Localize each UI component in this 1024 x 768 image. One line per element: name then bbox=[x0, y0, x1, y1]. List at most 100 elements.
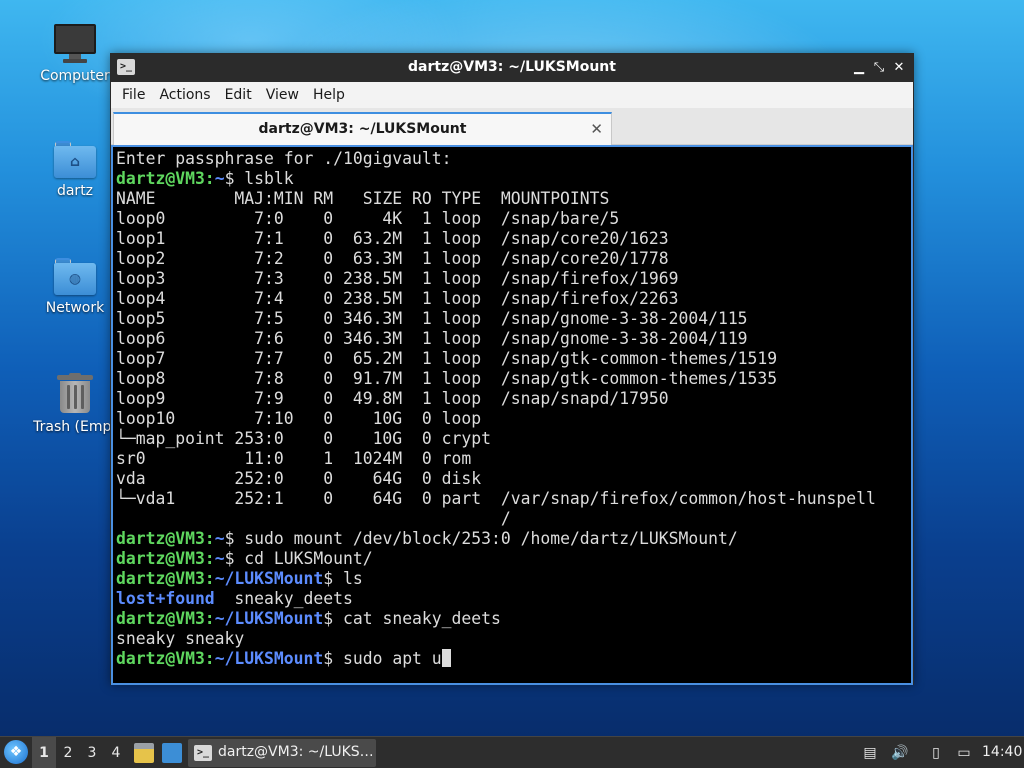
terminal-text: sneaky sneaky bbox=[116, 629, 245, 648]
terminal-line: Enter passphrase for ./10gigvault: bbox=[116, 149, 911, 169]
terminal-user-text: dartz@VM3: bbox=[116, 529, 215, 548]
menu-file[interactable]: File bbox=[115, 87, 152, 103]
terminal-text: $ cd LUKSMount/ bbox=[224, 549, 373, 568]
terminal-text: $ ls bbox=[323, 569, 363, 588]
taskbar-task-terminal[interactable]: >_ dartz@VM3: ~/LUKS… bbox=[188, 739, 376, 767]
terminal-text: $ sudo mount /dev/block/253:0 /home/dart… bbox=[224, 529, 738, 548]
terminal-text: Enter passphrase for ./10gigvault: bbox=[116, 149, 452, 168]
terminal-line: dartz@VM3:~/LUKSMount$ sudo apt u bbox=[116, 649, 911, 669]
terminal-text: loop3 7:3 0 238.5M 1 loop /snap/firefox/… bbox=[116, 269, 679, 288]
menu-actions[interactable]: Actions bbox=[152, 87, 217, 103]
terminal-user-text: dartz@VM3: bbox=[116, 169, 215, 188]
terminal-text: loop6 7:6 0 346.3M 1 loop /snap/gnome-3-… bbox=[116, 329, 748, 348]
terminal-text: NAME MAJ:MIN RM SIZE RO TYPE MOUNTPOINTS bbox=[116, 189, 610, 208]
terminal-line: loop5 7:5 0 346.3M 1 loop /snap/gnome-3-… bbox=[116, 309, 911, 329]
terminal-line: loop9 7:9 0 49.8M 1 loop /snap/snapd/179… bbox=[116, 389, 911, 409]
terminal-line: vda 252:0 0 64G 0 disk bbox=[116, 469, 911, 489]
terminal-line: loop2 7:2 0 63.3M 1 loop /snap/core20/17… bbox=[116, 249, 911, 269]
terminal-line: sr0 11:0 1 1024M 0 rom bbox=[116, 449, 911, 469]
taskbar: ❖ 1 2 3 4 >_ dartz@VM3: ~/LUKS… ▤ 🔊 ▯ ▭ … bbox=[0, 736, 1024, 768]
terminal-line: loop1 7:1 0 63.2M 1 loop /snap/core20/16… bbox=[116, 229, 911, 249]
start-menu-icon[interactable]: ❖ bbox=[4, 740, 28, 764]
terminal-text: sr0 11:0 1 1024M 0 rom bbox=[116, 449, 472, 468]
taskbar-task-label: dartz@VM3: ~/LUKS… bbox=[218, 744, 374, 760]
terminal-path-text: ~/LUKSMount bbox=[214, 649, 324, 668]
terminal-icon: >_ bbox=[194, 745, 212, 761]
terminal-text: $ lsblk bbox=[224, 169, 294, 188]
terminal-line: NAME MAJ:MIN RM SIZE RO TYPE MOUNTPOINTS bbox=[116, 189, 911, 209]
tab-bar: dartz@VM3: ~/LUKSMount ✕ bbox=[111, 108, 913, 145]
menu-bar: File Actions Edit View Help bbox=[111, 82, 913, 108]
window-title: dartz@VM3: ~/LUKSMount bbox=[408, 59, 616, 75]
workspace-1[interactable]: 1 bbox=[32, 737, 56, 768]
terminal-line: dartz@VM3:~$ sudo mount /dev/block/253:0… bbox=[116, 529, 911, 549]
window-titlebar[interactable]: >_ dartz@VM3: ~/LUKSMount ▁ ⤡ ✕ bbox=[111, 54, 913, 82]
clock[interactable]: 14:40 bbox=[982, 744, 1022, 760]
terminal-path-text: ~ bbox=[214, 549, 225, 568]
workspace-4[interactable]: 4 bbox=[104, 737, 128, 768]
workspace-3[interactable]: 3 bbox=[80, 737, 104, 768]
terminal-line: lost+found sneaky_deets bbox=[116, 589, 911, 609]
menu-view[interactable]: View bbox=[259, 87, 306, 103]
terminal-line: loop10 7:10 0 10G 0 loop bbox=[116, 409, 911, 429]
home-folder-icon: ⌂ bbox=[54, 141, 96, 179]
terminal-cursor bbox=[441, 649, 451, 667]
terminal-path-text: ~/LUKSMount bbox=[214, 569, 324, 588]
terminal-text: loop1 7:1 0 63.2M 1 loop /snap/core20/16… bbox=[116, 229, 669, 248]
terminal-path-text: ~/LUKSMount bbox=[214, 609, 324, 628]
terminal-text: $ sudo apt u bbox=[323, 649, 442, 668]
file-manager-launcher-icon[interactable] bbox=[134, 743, 154, 763]
network-status-icon[interactable]: ▭ bbox=[954, 743, 974, 763]
terminal-line: sneaky sneaky bbox=[116, 629, 911, 649]
clipboard-icon[interactable]: ▤ bbox=[860, 743, 880, 763]
terminal-text: loop5 7:5 0 346.3M 1 loop /snap/gnome-3-… bbox=[116, 309, 748, 328]
network-folder-icon: ◍ bbox=[54, 258, 96, 296]
terminal-line: └─vda1 252:1 0 64G 0 part /var/snap/fire… bbox=[116, 489, 911, 509]
terminal-line: loop6 7:6 0 346.3M 1 loop /snap/gnome-3-… bbox=[116, 329, 911, 349]
terminal-text: loop8 7:8 0 91.7M 1 loop /snap/gtk-commo… bbox=[116, 369, 778, 388]
terminal-dir-text: lost+found bbox=[116, 589, 215, 608]
notes-icon[interactable]: ▯ bbox=[926, 743, 946, 763]
terminal-user-text: dartz@VM3: bbox=[116, 549, 215, 568]
terminal-text: sneaky_deets bbox=[214, 589, 353, 608]
terminal-text: └─vda1 252:1 0 64G 0 part /var/snap/fire… bbox=[116, 489, 876, 508]
terminal-path-text: ~ bbox=[214, 169, 225, 188]
maximize-button[interactable]: ⤡ bbox=[869, 58, 889, 78]
terminal-text: loop10 7:10 0 10G 0 loop bbox=[116, 409, 482, 428]
minimize-button[interactable]: ▁ bbox=[849, 58, 869, 78]
close-button[interactable]: ✕ bbox=[889, 58, 909, 78]
terminal-user-text: dartz@VM3: bbox=[116, 609, 215, 628]
menu-help[interactable]: Help bbox=[306, 87, 352, 103]
terminal-text: loop2 7:2 0 63.3M 1 loop /snap/core20/17… bbox=[116, 249, 669, 268]
terminal-user-text: dartz@VM3: bbox=[116, 569, 215, 588]
volume-icon[interactable]: 🔊 bbox=[890, 743, 910, 763]
workspace-2[interactable]: 2 bbox=[56, 737, 80, 768]
terminal-line: / bbox=[116, 509, 911, 529]
tab-close-icon[interactable]: ✕ bbox=[590, 120, 603, 138]
menu-edit[interactable]: Edit bbox=[218, 87, 259, 103]
terminal-line: loop7 7:7 0 65.2M 1 loop /snap/gtk-commo… bbox=[116, 349, 911, 369]
terminal-line: loop8 7:8 0 91.7M 1 loop /snap/gtk-commo… bbox=[116, 369, 911, 389]
terminal-line: loop0 7:0 0 4K 1 loop /snap/bare/5 bbox=[116, 209, 911, 229]
tab-terminal[interactable]: dartz@VM3: ~/LUKSMount ✕ bbox=[113, 112, 612, 145]
terminal-text: loop7 7:7 0 65.2M 1 loop /snap/gtk-commo… bbox=[116, 349, 778, 368]
show-desktop-icon[interactable] bbox=[162, 743, 182, 763]
terminal-path-text: ~ bbox=[214, 529, 225, 548]
terminal-text: vda 252:0 0 64G 0 disk bbox=[116, 469, 482, 488]
terminal-output[interactable]: Enter passphrase for ./10gigvault: dartz@… bbox=[111, 145, 913, 685]
terminal-text: loop9 7:9 0 49.8M 1 loop /snap/snapd/179… bbox=[116, 389, 669, 408]
terminal-window: >_ dartz@VM3: ~/LUKSMount ▁ ⤡ ✕ File Act… bbox=[110, 53, 914, 685]
terminal-user-text: dartz@VM3: bbox=[116, 649, 215, 668]
computer-icon bbox=[54, 24, 96, 64]
terminal-text: $ cat sneaky_deets bbox=[323, 609, 501, 628]
terminal-text: loop0 7:0 0 4K 1 loop /snap/bare/5 bbox=[116, 209, 620, 228]
terminal-line: dartz@VM3:~$ lsblk bbox=[116, 169, 911, 189]
terminal-line: └─map_point 253:0 0 10G 0 crypt bbox=[116, 429, 911, 449]
tab-label: dartz@VM3: ~/LUKSMount bbox=[258, 121, 467, 137]
terminal-text: loop4 7:4 0 238.5M 1 loop /snap/firefox/… bbox=[116, 289, 679, 308]
terminal-text: └─map_point 253:0 0 10G 0 crypt bbox=[116, 429, 491, 448]
terminal-line: loop3 7:3 0 238.5M 1 loop /snap/firefox/… bbox=[116, 269, 911, 289]
terminal-line: dartz@VM3:~/LUKSMount$ ls bbox=[116, 569, 911, 589]
terminal-line: dartz@VM3:~/LUKSMount$ cat sneaky_deets bbox=[116, 609, 911, 629]
terminal-line: loop4 7:4 0 238.5M 1 loop /snap/firefox/… bbox=[116, 289, 911, 309]
